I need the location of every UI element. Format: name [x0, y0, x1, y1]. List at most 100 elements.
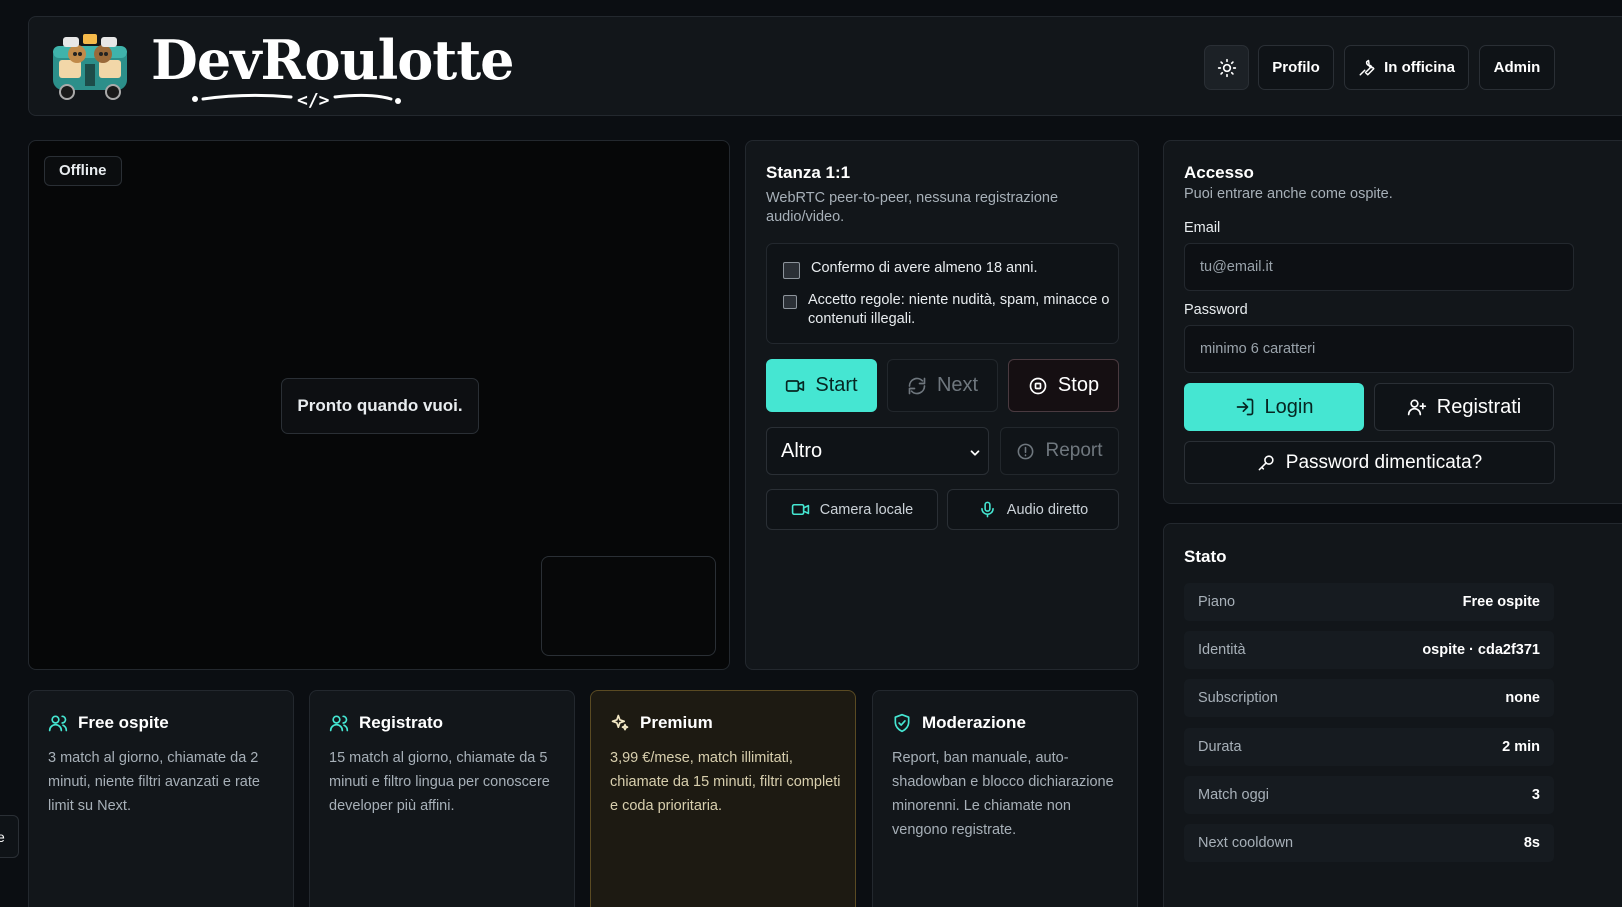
admin-label: Admin [1493, 59, 1541, 76]
email-placeholder: tu@email.it [1200, 259, 1273, 275]
stop-label: Stop [1057, 374, 1100, 396]
audio-diretto-label: Audio diretto [1006, 501, 1089, 518]
local-video-preview [541, 556, 716, 656]
microphone-icon [978, 500, 997, 519]
status-key: Piano [1198, 594, 1236, 610]
status-row-piano: Piano Free ospite [1184, 583, 1554, 621]
email-field[interactable]: tu@email.it [1184, 243, 1574, 291]
next-label: Next [936, 374, 979, 396]
access-title: Accesso [1184, 163, 1254, 182]
plan-description: Report, ban manuale, auto-shadowban e bl… [892, 750, 1114, 838]
key-icon [1257, 453, 1276, 472]
status-key: Identità [1198, 642, 1246, 658]
status-title: Stato [1184, 547, 1227, 566]
plan-title: Registrato [359, 713, 444, 732]
report-label: Report [1045, 440, 1103, 461]
plan-card-moderazione: Moderazione Report, ban manuale, auto-sh… [872, 690, 1138, 907]
status-value: 3 [1531, 787, 1540, 803]
camera-icon [791, 500, 810, 519]
app-header: DevRoulotte </> Profilo In officina Admi… [28, 16, 1622, 116]
room-panel: Stanza 1:1 WebRTC peer-to-peer, nessuna … [745, 140, 1139, 670]
login-label: Login [1264, 395, 1314, 418]
report-button[interactable]: Report [1000, 427, 1119, 475]
sun-icon [1217, 58, 1237, 78]
shield-check-icon [892, 713, 912, 733]
sparkles-icon [610, 713, 630, 733]
plan-card-free: Free ospite 3 match al giorno, chiamate … [28, 690, 294, 907]
theme-toggle-button[interactable] [1204, 45, 1249, 90]
report-reason-value: Altro [781, 439, 823, 462]
users-icon [48, 713, 68, 733]
profilo-button[interactable]: Profilo [1258, 45, 1334, 90]
status-row-durata: Durata 2 min [1184, 728, 1554, 766]
profilo-label: Profilo [1272, 59, 1320, 76]
status-key: Subscription [1198, 690, 1278, 706]
camera-locale-label: Camera locale [819, 501, 914, 518]
age-checkbox[interactable] [783, 262, 800, 279]
alert-circle-icon [1016, 442, 1035, 461]
status-key: Match oggi [1198, 787, 1269, 803]
status-value: ospite · cda2f371 [1422, 642, 1540, 658]
audio-diretto-button[interactable]: Audio diretto [947, 489, 1119, 530]
connection-status-badge: Offline [44, 156, 122, 186]
next-button[interactable]: Next [887, 359, 998, 412]
logo-code-mark: </> [297, 90, 330, 111]
plan-card-registrato: Registrato 15 match al giorno, chiamate … [309, 690, 575, 907]
status-row-subscription: Subscription none [1184, 679, 1554, 717]
password-placeholder: minimo 6 caratteri [1200, 341, 1316, 357]
status-value: 8s [1523, 835, 1540, 851]
wrench-icon [1358, 59, 1376, 77]
plan-description: 3,99 €/mese, match illimitati, chiamate … [610, 750, 841, 814]
register-button[interactable]: Registrati [1374, 383, 1554, 431]
stop-button[interactable]: Stop [1008, 359, 1119, 412]
status-key: Durata [1198, 739, 1242, 755]
plan-title: Free ospite [78, 713, 169, 732]
logo-wordmark: DevRoulotte [151, 28, 514, 92]
plan-description: 15 match al giorno, chiamate da 5 minuti… [329, 750, 550, 814]
users-icon [329, 713, 349, 733]
officina-label: In officina [1384, 59, 1455, 76]
age-checkbox-label: Confermo di avere almeno 18 anni. [811, 260, 1038, 276]
email-label: Email [1184, 220, 1221, 236]
room-subtitle: WebRTC peer-to-peer, nessuna registrazio… [766, 190, 1059, 225]
room-title: Stanza 1:1 [766, 163, 851, 182]
status-key: Next cooldown [1198, 835, 1294, 851]
start-label: Start [815, 374, 858, 396]
plan-title: Premium [640, 713, 713, 732]
register-label: Registrati [1436, 395, 1522, 418]
status-value: Free ospite [1462, 594, 1540, 610]
chevron-down-icon [968, 446, 982, 460]
ready-message: Pronto quando vuoi. [281, 378, 479, 434]
status-panel: Stato Piano Free ospite Identità ospite … [1163, 523, 1622, 907]
password-field[interactable]: minimo 6 caratteri [1184, 325, 1574, 373]
side-edge-tab[interactable]: e [0, 815, 19, 858]
status-row-next-cooldown: Next cooldown 8s [1184, 824, 1554, 862]
rules-checkbox[interactable] [783, 295, 797, 309]
refresh-icon [907, 376, 927, 396]
log-in-icon [1235, 397, 1255, 417]
logo-roulotte-icon [49, 32, 131, 102]
camera-locale-button[interactable]: Camera locale [766, 489, 938, 530]
login-button[interactable]: Login [1184, 383, 1364, 431]
status-value: 2 min [1502, 739, 1540, 755]
start-button[interactable]: Start [766, 359, 877, 412]
report-reason-select[interactable]: Altro [766, 427, 989, 475]
plan-title: Moderazione [922, 713, 1026, 732]
forgot-password-label: Password dimenticata? [1285, 451, 1483, 473]
rules-checkbox-label: Accetto regole: niente nudità, spam, min… [808, 292, 1110, 327]
stop-circle-icon [1028, 376, 1048, 396]
admin-button[interactable]: Admin [1479, 45, 1555, 90]
video-camera-icon [785, 376, 805, 396]
status-row-match-oggi: Match oggi 3 [1184, 776, 1554, 814]
officina-button[interactable]: In officina [1344, 45, 1469, 90]
access-panel: Accesso Puoi entrare anche come ospite. … [1163, 140, 1622, 504]
plan-card-premium: Premium 3,99 €/mese, match illimitati, c… [590, 690, 856, 907]
consent-box: Confermo di avere almeno 18 anni. Accett… [766, 243, 1119, 344]
remote-video-area: Offline Pronto quando vuoi. [28, 140, 730, 670]
plan-description: 3 match al giorno, chiamate da 2 minuti,… [48, 750, 260, 814]
status-value: none [1505, 690, 1540, 706]
logo-underline: </> [191, 87, 421, 111]
edge-tab-label: e [0, 828, 5, 845]
access-subtitle: Puoi entrare anche come ospite. [1184, 186, 1393, 202]
forgot-password-button[interactable]: Password dimenticata? [1184, 441, 1555, 484]
